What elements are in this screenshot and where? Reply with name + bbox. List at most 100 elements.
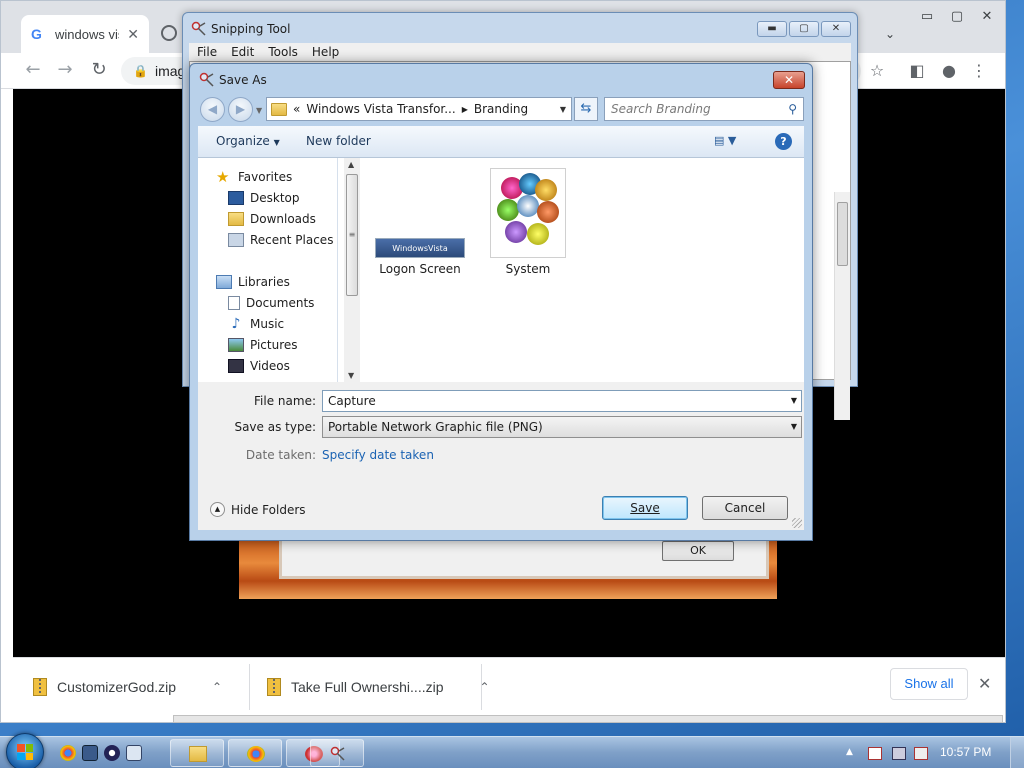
sidebar-item-libraries[interactable]: Libraries bbox=[216, 273, 290, 291]
save-form: File name: Capture ▼ Save as type: Porta… bbox=[198, 382, 804, 530]
show-hidden-icons-chevron-icon[interactable]: ▲ bbox=[846, 747, 860, 760]
new-folder-button[interactable]: New folder bbox=[306, 134, 371, 148]
show-all-button[interactable]: Show all bbox=[890, 668, 968, 700]
document-icon bbox=[228, 296, 240, 310]
taskbar-clock[interactable]: 10:57 PM bbox=[940, 745, 991, 759]
chrome-icon bbox=[247, 746, 265, 762]
action-center-flag-icon[interactable] bbox=[868, 747, 882, 760]
show-desktop-icon[interactable] bbox=[82, 745, 98, 761]
sidebar-item-desktop[interactable]: Desktop bbox=[228, 189, 300, 207]
menu-help[interactable]: Help bbox=[312, 43, 339, 61]
folder-icon bbox=[189, 746, 207, 762]
save-button[interactable]: Save bbox=[602, 496, 688, 520]
breadcrumb-separator-icon[interactable]: ▶ bbox=[462, 105, 468, 114]
navigation-bar: ◀ ▶ ▼ « Windows Vista Transfor... ▶ Bran… bbox=[198, 94, 804, 124]
sidebar-item-label: Desktop bbox=[250, 191, 300, 205]
resize-grip-icon[interactable] bbox=[792, 518, 802, 528]
file-item-system[interactable]: System bbox=[480, 168, 576, 276]
sidebar-item-label: Recent Places bbox=[250, 233, 334, 247]
taskbar-explorer-button[interactable] bbox=[170, 739, 224, 767]
network-icon[interactable] bbox=[892, 747, 906, 760]
address-breadcrumb[interactable]: « Windows Vista Transfor... ▶ Branding ▼ bbox=[266, 97, 572, 121]
library-icon bbox=[216, 275, 232, 289]
chevron-down-icon[interactable]: ▼ bbox=[791, 391, 797, 411]
organize-button[interactable]: Organize ▼ bbox=[216, 134, 280, 148]
close-icon[interactable]: ✕ bbox=[978, 674, 991, 693]
cancel-button[interactable]: Cancel bbox=[702, 496, 788, 520]
recent-locations-chevron-icon[interactable]: ▼ bbox=[256, 106, 262, 115]
search-input[interactable]: Search Branding ⚲ bbox=[604, 97, 804, 121]
file-item-logon-screen[interactable]: WindowsVista ultimate Logon Screen bbox=[372, 168, 468, 276]
horizontal-scrollbar[interactable] bbox=[173, 715, 1003, 723]
reload-icon[interactable]: ↻ bbox=[87, 59, 111, 83]
download-item[interactable]: Take Full Ownershi....zip ⌃ bbox=[267, 670, 490, 704]
bookmark-star-icon[interactable]: ☆ bbox=[865, 59, 889, 83]
start-button[interactable] bbox=[6, 733, 44, 768]
volume-muted-icon[interactable] bbox=[914, 747, 928, 760]
scissors-icon bbox=[199, 72, 214, 87]
breadcrumb-overflow[interactable]: « bbox=[293, 102, 300, 116]
tab-search-chevron-icon[interactable]: ⌄ bbox=[885, 27, 895, 41]
menu-tools[interactable]: Tools bbox=[268, 43, 298, 61]
chrome-icon[interactable] bbox=[60, 745, 76, 761]
sidebar-item-music[interactable]: ♪ Music bbox=[228, 315, 285, 333]
sidebar-item-videos[interactable]: Videos bbox=[228, 357, 290, 375]
taskbar-snipping-tool-button[interactable] bbox=[310, 739, 364, 767]
menu-file[interactable]: File bbox=[197, 43, 217, 61]
search-placeholder: Search Branding bbox=[611, 102, 711, 116]
switch-windows-icon[interactable] bbox=[126, 745, 142, 761]
forward-arrow-icon[interactable]: ▶ bbox=[228, 97, 253, 122]
media-player-icon[interactable] bbox=[104, 745, 120, 761]
back-arrow-icon[interactable]: ← bbox=[21, 59, 45, 83]
hide-folders-button[interactable]: ▲ Hide Folders bbox=[210, 502, 306, 517]
sidebar-item-favorites[interactable]: ★ Favorites bbox=[216, 168, 292, 186]
menu-edit[interactable]: Edit bbox=[231, 43, 254, 61]
sidebar-item-downloads[interactable]: Downloads bbox=[228, 210, 316, 228]
scroll-down-arrow-icon[interactable]: ▼ bbox=[348, 371, 354, 380]
search-icon[interactable]: ⚲ bbox=[788, 98, 797, 120]
ok-button[interactable]: OK bbox=[662, 541, 734, 561]
window-title: Snipping Tool bbox=[211, 22, 291, 36]
close-icon[interactable]: ✕ bbox=[821, 21, 851, 37]
sidebar-item-recent-places[interactable]: Recent Places bbox=[228, 231, 333, 249]
chevron-down-icon[interactable]: ▼ bbox=[791, 417, 797, 437]
file-name-field[interactable]: Capture ▼ bbox=[322, 390, 802, 412]
breadcrumb-item[interactable]: Windows Vista Transfor... bbox=[306, 102, 455, 116]
browser-tab[interactable]: G windows vis ✕ bbox=[21, 15, 149, 53]
globe-icon[interactable] bbox=[161, 25, 177, 41]
restore-icon[interactable]: ▢ bbox=[943, 7, 971, 27]
sidebar-item-pictures[interactable]: Pictures bbox=[228, 336, 298, 354]
change-view-icon[interactable]: ▤ ▼ bbox=[714, 134, 736, 147]
help-icon[interactable]: ? bbox=[775, 133, 792, 150]
menu-kebab-icon[interactable]: ⋮ bbox=[967, 59, 991, 83]
tab-close-icon[interactable]: ✕ bbox=[127, 26, 139, 43]
side-panel-icon[interactable]: ◧ bbox=[905, 59, 929, 83]
taskbar: ▲ 10:57 PM bbox=[0, 733, 1024, 768]
close-icon[interactable]: ✕ bbox=[973, 7, 1001, 27]
maximize-icon[interactable]: ▢ bbox=[789, 21, 819, 37]
chevron-down-icon[interactable]: ▼ bbox=[555, 105, 571, 114]
profile-avatar-icon[interactable]: ● bbox=[937, 59, 961, 83]
navigation-scrollbar[interactable]: ▲ ≡ ▼ bbox=[344, 158, 360, 382]
close-button[interactable]: ✕ bbox=[773, 71, 805, 89]
scroll-thumb[interactable]: ≡ bbox=[346, 174, 358, 296]
taskbar-chrome-button[interactable] bbox=[228, 739, 282, 767]
chevron-up-icon[interactable]: ⌃ bbox=[212, 680, 222, 694]
breadcrumb-item[interactable]: Branding bbox=[474, 102, 528, 116]
refresh-icon[interactable]: ⇆ bbox=[574, 97, 598, 121]
vertical-scrollbar[interactable] bbox=[834, 192, 850, 420]
sidebar-item-documents[interactable]: Documents bbox=[228, 294, 314, 312]
windows-logo-icon bbox=[17, 744, 33, 760]
scroll-thumb[interactable] bbox=[837, 202, 848, 266]
specify-date-link[interactable]: Specify date taken bbox=[322, 448, 434, 462]
download-item[interactable]: CustomizerGod.zip ⌃ bbox=[33, 670, 222, 704]
save-type-select[interactable]: Portable Network Graphic file (PNG) ▼ bbox=[322, 416, 802, 438]
save-type-value: Portable Network Graphic file (PNG) bbox=[328, 420, 543, 434]
forward-arrow-icon[interactable]: → bbox=[53, 59, 77, 83]
scroll-up-arrow-icon[interactable]: ▲ bbox=[348, 160, 354, 169]
show-desktop-button[interactable] bbox=[1010, 737, 1024, 768]
back-arrow-icon[interactable]: ◀ bbox=[200, 97, 225, 122]
minimize-icon[interactable]: ▬ bbox=[757, 21, 787, 37]
sidebar-item-label: Documents bbox=[246, 296, 315, 310]
minimize-icon[interactable]: ▭ bbox=[913, 7, 941, 27]
